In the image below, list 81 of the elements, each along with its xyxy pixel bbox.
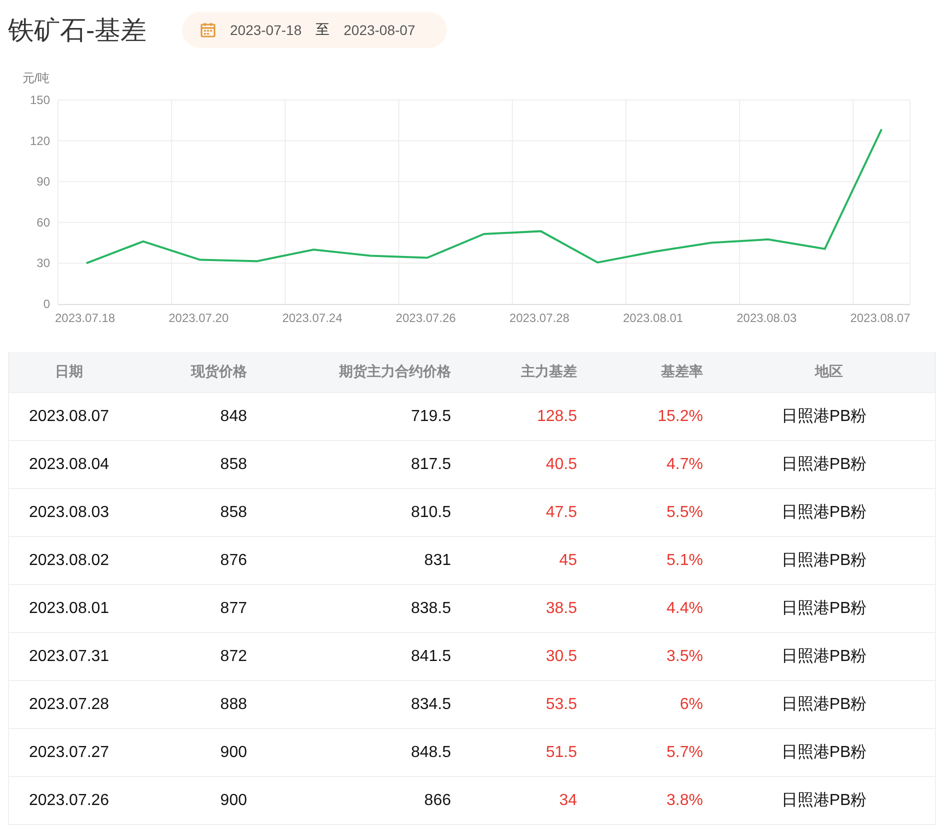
table-cell-text: 日照港PB粉 — [780, 694, 868, 715]
table-cell-text: 5.5% — [666, 504, 704, 522]
x-tick-label: 2023.07.24 — [282, 311, 342, 325]
table-cell-text: 831 — [423, 552, 452, 570]
column-header: 现货价格 — [190, 363, 248, 381]
table-cell-text: 日照港PB粉 — [780, 646, 868, 667]
table-cell-text: 2023.07.28 — [28, 696, 110, 714]
table-cell-text: 128.5 — [536, 408, 578, 426]
table-cell-text: 34 — [558, 792, 578, 810]
column-header: 地区 — [814, 363, 844, 381]
table-cell-text: 2023.08.01 — [28, 600, 110, 618]
table-cell-text: 45 — [558, 552, 578, 570]
table-cell-text: 5.7% — [666, 744, 704, 762]
column-header: 基差率 — [660, 363, 704, 381]
x-tick-label: 2023.07.26 — [396, 311, 456, 325]
x-tick-label: 2023.08.07 — [850, 311, 910, 325]
table-cell-text: 2023.08.03 — [28, 504, 110, 522]
table-cell-text: 日照港PB粉 — [780, 598, 868, 619]
table-cell-text: 47.5 — [544, 504, 578, 522]
table-cell-text: 5.1% — [666, 552, 704, 570]
table-cell-text: 810.5 — [410, 504, 452, 522]
range-separator: 至 — [316, 21, 330, 39]
table-cell-text: 日照港PB粉 — [780, 550, 868, 571]
table-cell-text: 2023.07.27 — [28, 744, 110, 762]
column-header: 日期 — [54, 363, 84, 381]
table-cell-text: 858 — [219, 504, 248, 522]
table-cell-text: 888 — [219, 696, 248, 714]
axis-unit: 元/吨 — [22, 71, 50, 85]
x-tick-label: 2023.07.18 — [55, 311, 116, 325]
table-cell-text: 2023.07.26 — [28, 792, 110, 810]
y-tick-label: 0 — [43, 297, 50, 311]
table-cell-text: 15.2% — [656, 408, 704, 426]
table-cell-text: 841.5 — [410, 648, 452, 666]
y-tick-label: 120 — [30, 134, 50, 148]
calendar-icon — [200, 22, 216, 38]
date-range-picker[interactable]: 2023-07-18 至 2023-08-07 — [182, 12, 448, 48]
table-cell-text: 日照港PB粉 — [780, 502, 868, 523]
table-cell-text: 838.5 — [410, 600, 452, 618]
x-tick-label: 2023.07.20 — [168, 311, 229, 325]
table-cell-text: 53.5 — [544, 696, 578, 714]
x-tick-label: 2023.08.03 — [736, 311, 797, 325]
table-cell-text: 866 — [423, 792, 452, 810]
table-cell-text: 2023.08.02 — [28, 552, 110, 570]
table-cell-text: 876 — [219, 552, 248, 570]
table-cell-text: 2023.07.31 — [28, 648, 110, 666]
table-cell-text: 2023.08.04 — [28, 456, 110, 474]
table-cell-text: 日照港PB粉 — [780, 406, 868, 427]
x-tick-label: 2023.07.28 — [509, 311, 570, 325]
table-cell-text: 4.4% — [666, 600, 704, 618]
end-date: 2023-08-07 — [344, 22, 416, 38]
table-cell-text: 3.8% — [666, 792, 704, 810]
table-cell-text: 3.5% — [666, 648, 704, 666]
x-tick-label: 2023.08.01 — [623, 311, 684, 325]
y-tick-label: 90 — [36, 174, 50, 189]
table-cell-text: 30.5 — [544, 648, 578, 666]
table-cell-text: 38.5 — [544, 600, 578, 618]
table-cell-text: 900 — [219, 744, 248, 762]
table-cell-text: 719.5 — [410, 408, 452, 426]
table-cell-text: 4.7% — [666, 456, 704, 474]
table-cell-text: 848 — [219, 408, 248, 426]
table-cell-text: 872 — [219, 648, 248, 666]
table-cell-text: 834.5 — [410, 696, 452, 714]
page-title: 铁矿石-基差 — [8, 14, 148, 46]
table-cell-text: 6% — [678, 696, 704, 714]
table-cell-text: 900 — [219, 792, 248, 810]
table-cell-text: 51.5 — [544, 744, 578, 762]
table-cell-text: 日照港PB粉 — [780, 790, 868, 811]
y-tick-label: 150 — [30, 93, 50, 107]
column-header: 期货主力合约价格 — [338, 363, 452, 381]
table-cell-text: 2023.08.07 — [28, 408, 110, 426]
table-cell-text: 日照港PB粉 — [780, 742, 868, 763]
table-cell-text: 40.5 — [544, 456, 578, 474]
table-cell-text: 858 — [219, 456, 248, 474]
table-cell-text: 877 — [219, 600, 248, 618]
table-cell-text: 日照港PB粉 — [780, 454, 868, 475]
start-date: 2023-07-18 — [230, 22, 302, 38]
table-cell-text: 848.5 — [410, 744, 452, 762]
table-cell-text: 817.5 — [410, 456, 452, 474]
y-tick-label: 30 — [36, 256, 50, 270]
column-header: 主力基差 — [520, 363, 578, 381]
y-tick-label: 60 — [36, 215, 50, 230]
